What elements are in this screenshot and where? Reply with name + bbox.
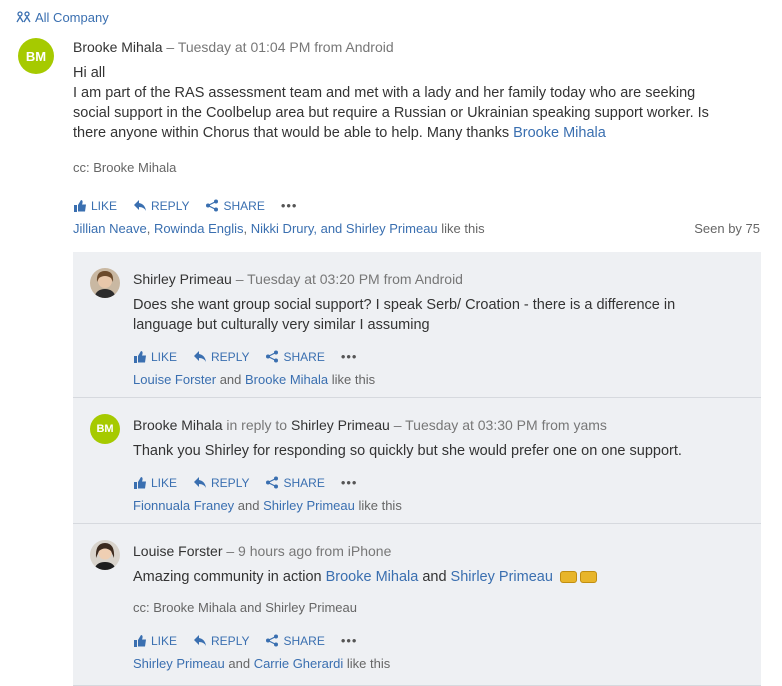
more-options-icon[interactable]: ••• xyxy=(341,349,358,364)
reply-button[interactable]: REPLY xyxy=(193,634,249,648)
share-icon xyxy=(266,476,279,489)
post-line: social support in the Coolbelup area but… xyxy=(73,105,709,121)
like-button[interactable]: LIKE xyxy=(73,199,117,213)
share-icon xyxy=(206,199,219,212)
share-icon xyxy=(266,350,279,363)
seen-count[interactable]: Seen by 75 xyxy=(694,221,760,236)
reply-body: Amazing community in action Brooke Mihal… xyxy=(133,567,753,587)
reply-button[interactable]: REPLY xyxy=(193,476,249,490)
avatar[interactable] xyxy=(90,540,120,570)
post-header: Brooke Mihala – Tuesday at 01:04 PM from… xyxy=(73,39,394,55)
avatar[interactable]: BM xyxy=(90,414,120,444)
post-line: there anyone within Chorus that would be… xyxy=(73,125,606,141)
liker-link[interactable]: Brooke Mihala xyxy=(245,372,328,387)
mention-link[interactable]: Brooke Mihala xyxy=(326,569,419,585)
reply-body: Thank you Shirley for responding so quic… xyxy=(133,443,682,459)
in-reply-to-name[interactable]: Shirley Primeau xyxy=(291,417,390,433)
profile-photo-icon xyxy=(90,268,120,298)
liker-link[interactable]: Jillian Neave xyxy=(73,221,147,236)
profile-photo-icon xyxy=(90,540,120,570)
liker-link[interactable]: Shirley Primeau xyxy=(346,221,438,236)
reply-button[interactable]: REPLY xyxy=(133,199,189,213)
likes-line: Shirley Primeau and Carrie Gherardi like… xyxy=(133,656,391,671)
reply-meta: – Tuesday at 03:30 PM from yams xyxy=(389,417,607,433)
mention-link[interactable]: Brooke Mihala xyxy=(513,125,606,141)
divider xyxy=(73,523,761,524)
liker-link[interactable]: Carrie Gherardi xyxy=(254,656,344,671)
mention-link[interactable]: Shirley Primeau xyxy=(451,569,553,585)
handshake-emoji-icon xyxy=(579,571,597,584)
post-actions: LIKE REPLY SHARE ••• xyxy=(73,198,297,213)
share-button[interactable]: SHARE xyxy=(265,350,325,364)
handshake-emoji-icon xyxy=(559,571,577,584)
thumbs-up-icon xyxy=(134,351,146,363)
reply-actions: LIKE REPLY SHARE ••• xyxy=(133,475,357,490)
cc-line: cc: Brooke Mihala and Shirley Primeau xyxy=(133,600,357,615)
reply-meta: – Tuesday at 03:20 PM from Android xyxy=(235,271,463,287)
liker-link[interactable]: Shirley Primeau xyxy=(133,656,225,671)
reply-actions: LIKE REPLY SHARE ••• xyxy=(133,349,357,364)
share-button[interactable]: SHARE xyxy=(205,199,265,213)
reply-header: Shirley Primeau – Tuesday at 03:20 PM fr… xyxy=(133,271,463,287)
like-button[interactable]: LIKE xyxy=(133,476,177,490)
divider xyxy=(73,397,761,398)
cc-line: cc: Brooke Mihala xyxy=(73,160,177,175)
likes-line: Fionnuala Franey and Shirley Primeau lik… xyxy=(133,498,402,513)
reply-icon xyxy=(134,200,147,211)
post-line: I am part of the RAS assessment team and… xyxy=(73,85,696,101)
liker-link[interactable]: Shirley Primeau xyxy=(263,498,355,513)
reply-actions: LIKE REPLY SHARE ••• xyxy=(133,633,357,648)
liker-link[interactable]: Louise Forster xyxy=(133,372,216,387)
reply-icon xyxy=(194,635,207,646)
post-line: Hi all xyxy=(73,65,106,81)
likes-line: Jillian Neave, Rowinda Englis, Nikki Dru… xyxy=(73,221,485,236)
thumbs-up-icon xyxy=(134,635,146,647)
author-name[interactable]: Brooke Mihala xyxy=(133,417,223,433)
like-button[interactable]: LIKE xyxy=(133,634,177,648)
more-options-icon[interactable]: ••• xyxy=(341,475,358,490)
share-button[interactable]: SHARE xyxy=(265,476,325,490)
share-button[interactable]: SHARE xyxy=(265,634,325,648)
liker-link[interactable]: Rowinda Englis xyxy=(154,221,244,236)
post-meta: – Tuesday at 01:04 PM from Android xyxy=(166,39,394,55)
reply-header: Louise Forster – 9 hours ago from iPhone xyxy=(133,543,391,559)
avatar[interactable]: BM xyxy=(18,38,54,74)
reply-body: Does she want group social support? I sp… xyxy=(133,297,676,333)
reply-meta: – 9 hours ago from iPhone xyxy=(226,543,392,559)
likes-line: Louise Forster and Brooke Mihala like th… xyxy=(133,372,376,387)
group-label: All Company xyxy=(35,10,109,25)
liker-link[interactable]: Nikki Drury xyxy=(251,221,314,236)
group-link[interactable]: All Company xyxy=(16,10,109,25)
like-button[interactable]: LIKE xyxy=(133,350,177,364)
author-name[interactable]: Brooke Mihala xyxy=(73,39,163,55)
reply-button[interactable]: REPLY xyxy=(193,350,249,364)
reply-header: Brooke Mihala in reply to Shirley Primea… xyxy=(133,417,607,433)
reply-icon xyxy=(194,477,207,488)
avatar[interactable] xyxy=(90,268,120,298)
author-name[interactable]: Louise Forster xyxy=(133,543,222,559)
thumbs-up-icon xyxy=(134,477,146,489)
more-options-icon[interactable]: ••• xyxy=(341,633,358,648)
thumbs-up-icon xyxy=(74,200,86,212)
author-name[interactable]: Shirley Primeau xyxy=(133,271,232,287)
reply-icon xyxy=(194,351,207,362)
liker-link[interactable]: Fionnuala Franey xyxy=(133,498,234,513)
share-icon xyxy=(266,634,279,647)
more-options-icon[interactable]: ••• xyxy=(281,198,298,213)
group-icon xyxy=(16,11,31,23)
post-body: Hi all I am part of the RAS assessment t… xyxy=(73,63,753,143)
